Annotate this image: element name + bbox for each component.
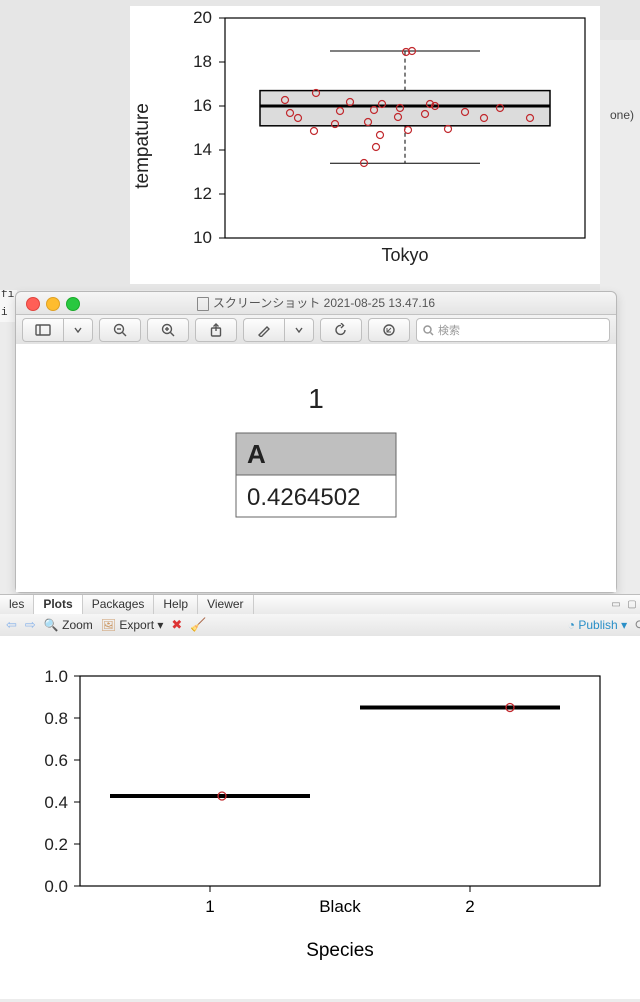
species-xlabel: Species <box>306 940 374 961</box>
preview-search-input[interactable]: 検索 <box>416 318 610 342</box>
species-xtick-2: 2 <box>465 897 474 916</box>
svg-text:0.2: 0.2 <box>44 835 68 854</box>
pane-maximize-button[interactable]: ▢ <box>624 595 640 615</box>
tab-help[interactable]: Help <box>154 595 198 615</box>
species-xtick-1: 1 <box>205 897 214 916</box>
tab-viewer[interactable]: Viewer <box>198 595 253 615</box>
svg-text:10: 10 <box>193 228 212 247</box>
tab-plots[interactable]: Plots <box>34 595 82 615</box>
next-plot-button[interactable]: ⇨ <box>25 617 36 633</box>
publish-button[interactable]: ◔ Publish ▾ <box>568 618 627 632</box>
tab-files[interactable]: les <box>0 595 34 615</box>
pane-minimize-button[interactable]: ▭ <box>608 595 624 615</box>
markup-menu-button[interactable] <box>284 318 314 342</box>
table-col-index: 1 <box>308 383 324 414</box>
svg-text:0.4: 0.4 <box>44 793 68 812</box>
sidebar-menu-button[interactable] <box>63 318 93 342</box>
search-placeholder: 検索 <box>438 322 460 338</box>
table-value: 0.4264502 <box>247 484 360 511</box>
svg-text:1.0: 1.0 <box>44 667 68 686</box>
zoom-icon: 🔍 <box>44 618 59 632</box>
zoom-button[interactable]: 🔍 Zoom <box>44 618 93 632</box>
species-plot-svg: 0.0 0.2 0.4 0.6 0.8 1.0 1 2 Black Specie… <box>0 636 640 999</box>
rotate-button[interactable] <box>320 318 362 342</box>
search-icon <box>423 325 434 336</box>
svg-text:18: 18 <box>193 52 212 71</box>
plots-toolbar: ⇦ ⇨ 🔍 Zoom 🖼 Export ▾ ✖ 🧹 ◔ Publish ▾ ⟳ <box>0 614 640 637</box>
markup-button[interactable] <box>243 318 284 342</box>
sidebar-toggle-button[interactable] <box>22 318 63 342</box>
species-box-1 <box>110 792 310 800</box>
share-button[interactable] <box>195 318 237 342</box>
svg-text:0.8: 0.8 <box>44 709 68 728</box>
tab-packages[interactable]: Packages <box>83 595 155 615</box>
publish-icon: ◔ <box>568 618 575 632</box>
refresh-button[interactable]: ⟳ <box>635 617 640 633</box>
boxplot-xtick: Tokyo <box>381 245 428 265</box>
preview-content: 1 A 0.4264502 <box>16 344 616 592</box>
boxplot-panel: tempature 10 12 14 16 18 20 <box>0 0 600 290</box>
remove-plot-button[interactable]: ✖ <box>171 617 182 633</box>
svg-text:16: 16 <box>193 96 212 115</box>
zoom-in-button[interactable] <box>147 318 189 342</box>
preview-window-title: スクリーンショット 2021-08-25 13.47.16 <box>16 292 616 314</box>
species-plot: 0.0 0.2 0.4 0.6 0.8 1.0 1 2 Black Specie… <box>0 636 640 999</box>
document-icon <box>197 297 209 311</box>
species-yticks: 0.0 0.2 0.4 0.6 0.8 1.0 <box>44 667 80 896</box>
species-box-2 <box>360 704 560 712</box>
rstudio-pane-tabs: les Plots Packages Help Viewer ▭ ▢ <box>0 594 640 616</box>
boxplot-yticks: 10 12 14 16 18 20 <box>193 8 225 247</box>
code-fragment-right: one) <box>610 108 640 122</box>
preview-titlebar[interactable]: スクリーンショット 2021-08-25 13.47.16 <box>16 292 616 315</box>
preview-toolbar: 検索 <box>16 315 616 346</box>
boxplot-canvas: tempature 10 12 14 16 18 20 <box>130 6 600 284</box>
svg-text:20: 20 <box>193 8 212 27</box>
table-header: A <box>247 439 266 469</box>
zoom-out-button[interactable] <box>99 318 141 342</box>
boxplot-svg: tempature 10 12 14 16 18 20 <box>130 6 600 284</box>
svg-text:0.6: 0.6 <box>44 751 68 770</box>
export-icon: 🖼 <box>101 618 116 632</box>
species-axis-center-label: Black <box>319 897 361 916</box>
edit-button[interactable] <box>368 318 410 342</box>
preview-window[interactable]: スクリーンショット 2021-08-25 13.47.16 検索 1 A 0 <box>15 291 617 593</box>
preview-image: 1 A 0.4264502 <box>171 368 461 568</box>
svg-text:0.0: 0.0 <box>44 877 68 896</box>
export-button[interactable]: 🖼 Export ▾ <box>101 618 164 632</box>
boxplot-box <box>260 51 550 163</box>
svg-text:12: 12 <box>193 184 212 203</box>
svg-text:14: 14 <box>193 140 212 159</box>
prev-plot-button[interactable]: ⇦ <box>6 617 17 633</box>
clear-plots-button[interactable]: 🧹 <box>190 617 206 633</box>
boxplot-ylabel: tempature <box>132 103 153 189</box>
